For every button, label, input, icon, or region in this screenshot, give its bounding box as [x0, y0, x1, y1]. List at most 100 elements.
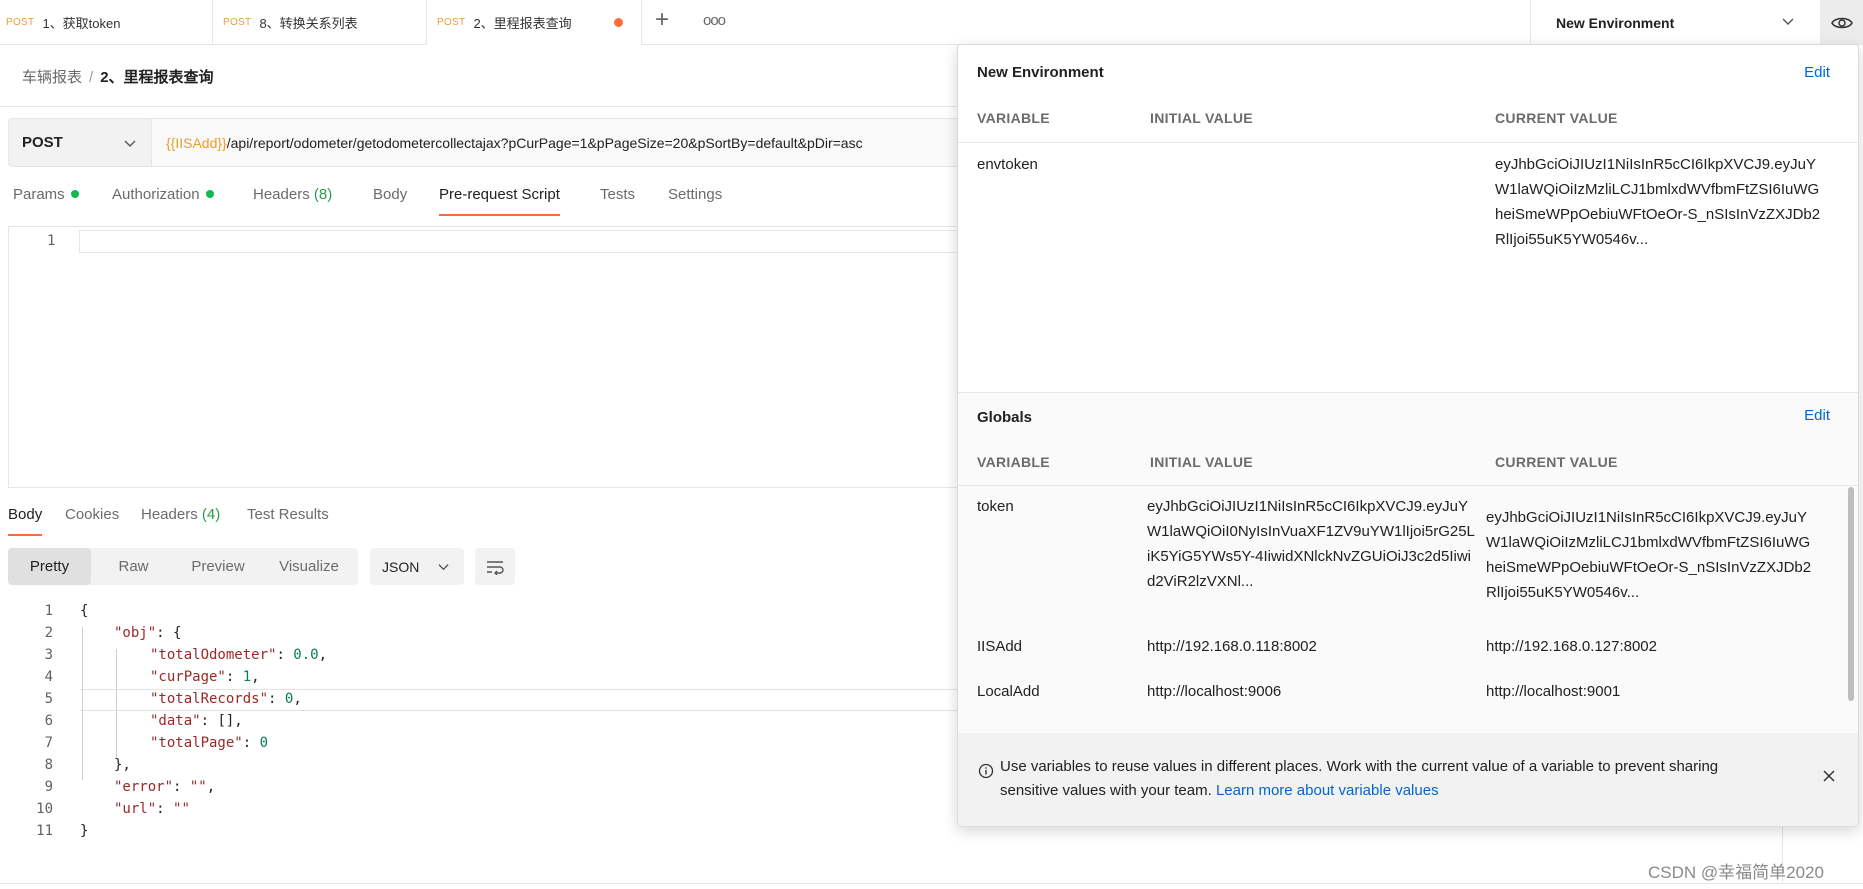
- request-tab-active[interactable]: POST 2、里程报表查询: [427, 0, 642, 45]
- code-text: {: [80, 603, 89, 619]
- tab-label: Settings: [668, 186, 723, 203]
- status-dot-icon: [70, 190, 79, 198]
- learn-more-link[interactable]: Learn more about variable values: [1216, 782, 1439, 799]
- line-number: 1: [47, 233, 56, 249]
- view-mode-raw[interactable]: Raw: [91, 548, 176, 585]
- tab-authorization[interactable]: Authorization: [112, 186, 214, 216]
- eye-icon: [1830, 17, 1853, 28]
- line-number: 3: [44, 647, 53, 663]
- divider: [0, 883, 1863, 884]
- unsaved-dot-icon: [614, 18, 623, 27]
- tab-method: POST: [223, 17, 252, 28]
- environment-edit-link[interactable]: Edit: [1804, 64, 1830, 81]
- column-header-variable: VARIABLE: [977, 110, 1050, 126]
- divider: [958, 485, 1858, 486]
- info-icon: [978, 763, 994, 779]
- tab-label: Body: [373, 186, 408, 203]
- environment-title: New Environment: [977, 64, 1104, 81]
- column-header-initial-value: INITIAL VALUE: [1150, 454, 1253, 470]
- chevron-down-icon: [438, 564, 449, 571]
- code-text: "obj": {: [114, 625, 182, 641]
- tab-headers[interactable]: Headers (8): [253, 186, 332, 216]
- breadcrumb-separator: /: [89, 69, 94, 86]
- view-mode-preview[interactable]: Preview: [176, 548, 260, 585]
- chevron-down-icon: [124, 140, 136, 147]
- environment-select-label: New Environment: [1556, 14, 1675, 31]
- variable-current-value: http://192.168.0.127:8002: [1486, 638, 1657, 655]
- more-icon[interactable]: ooo: [703, 12, 726, 29]
- response-tab-cookies[interactable]: Cookies: [65, 506, 119, 536]
- code-text: "totalOdometer": 0.0,: [150, 647, 328, 663]
- breadcrumb-collection[interactable]: 车辆报表: [22, 69, 82, 86]
- code-text: },: [114, 757, 131, 773]
- tab-pre-request-script[interactable]: Pre-request Script: [439, 186, 560, 216]
- tab-body[interactable]: Body: [373, 186, 407, 216]
- request-tab[interactable]: POST 8、转换关系列表: [213, 0, 427, 45]
- code-text: }: [80, 823, 89, 839]
- variable-current-value: eyJhbGciOiJIUzI1NiIsInR5cCI6IkpXVCJ9.eyJ…: [1495, 156, 1821, 248]
- response-tab-test-results[interactable]: Test Results: [247, 506, 329, 536]
- tab-tests[interactable]: Tests: [600, 186, 635, 216]
- tab-label: 2、里程报表查询: [473, 15, 572, 31]
- tab-label: Params: [13, 186, 65, 203]
- tab-label: Cookies: [65, 506, 120, 523]
- breadcrumb: 车辆报表 / 2、里程报表查询: [22, 66, 214, 87]
- tab-settings[interactable]: Settings: [668, 186, 722, 216]
- globals-title: Globals: [977, 409, 1033, 426]
- response-tab-headers[interactable]: Headers (4): [141, 506, 220, 536]
- environment-quick-look-button[interactable]: [1820, 0, 1863, 45]
- view-mode-switch: Pretty Raw Preview Visualize: [8, 548, 358, 585]
- variable-current-value: http://localhost:9001: [1486, 683, 1621, 700]
- line-number: 9: [44, 779, 53, 795]
- wrap-lines-button[interactable]: [475, 548, 515, 585]
- tab-label: Tests: [600, 186, 636, 203]
- environment-quick-look-popover: New Environment Edit VARIABLE INITIAL VA…: [957, 44, 1859, 827]
- close-icon[interactable]: [1822, 769, 1836, 783]
- indent-guide: [82, 627, 83, 780]
- code-text: "data": [],: [150, 713, 243, 729]
- script-editor[interactable]: 1: [8, 226, 961, 488]
- request-tab-bar: POST 1、获取token POST 8、转换关系列表 POST 2、里程报表…: [0, 0, 1863, 45]
- code-text: "curPage": 1,: [150, 669, 260, 685]
- info-banner-text: Use variables to reuse values in differe…: [1000, 755, 1780, 803]
- breadcrumb-current[interactable]: 2、里程报表查询: [100, 69, 213, 86]
- tab-label: Headers: [141, 506, 198, 523]
- line-number: 8: [44, 757, 53, 773]
- view-mode-pretty[interactable]: Pretty: [8, 548, 91, 585]
- watermark-text: CSDN @幸福简单2020: [1648, 863, 1824, 882]
- tab-method: POST: [6, 17, 35, 28]
- divider: [0, 106, 960, 107]
- line-number: 7: [44, 735, 53, 751]
- variable-name: LocalAdd: [977, 683, 1040, 700]
- request-options-tabs: Params Authorization Headers (8) Body Pr…: [0, 186, 960, 216]
- wrap-lines-icon: [487, 560, 504, 575]
- chevron-down-icon: [1782, 18, 1794, 25]
- divider: [958, 392, 1858, 393]
- divider: [958, 142, 1858, 143]
- variable-current-value: eyJhbGciOiJIUzI1NiIsInR5cCI6IkpXVCJ9.eyJ…: [1486, 509, 1812, 601]
- environment-select[interactable]: New Environment: [1530, 0, 1820, 45]
- request-tab[interactable]: POST 1、获取token: [0, 0, 213, 45]
- http-method-select[interactable]: POST: [8, 118, 152, 167]
- column-header-initial-value: INITIAL VALUE: [1150, 110, 1253, 126]
- tab-label: Pre-request Script: [439, 186, 560, 203]
- tab-label: Body: [8, 506, 43, 523]
- tab-count: (4): [201, 506, 221, 523]
- line-number: 11: [36, 823, 53, 839]
- variable-initial-value: eyJhbGciOiJIUzI1NiIsInR5cCI6IkpXVCJ9.eyJ…: [1147, 498, 1475, 590]
- column-header-variable: VARIABLE: [977, 454, 1050, 470]
- code-text: "totalRecords": 0,: [150, 691, 302, 707]
- code-text: "error": "",: [114, 779, 216, 795]
- plus-icon[interactable]: +: [655, 8, 669, 32]
- response-tab-body[interactable]: Body: [8, 506, 43, 536]
- tab-params[interactable]: Params: [13, 186, 79, 216]
- globals-edit-link[interactable]: Edit: [1804, 407, 1830, 424]
- status-dot-icon: [205, 190, 214, 198]
- current-line-highlight: [79, 230, 961, 253]
- scrollbar-thumb[interactable]: [1848, 487, 1854, 701]
- http-method-value: POST: [22, 134, 63, 151]
- url-input[interactable]: {{IISAdd}}/api/report/odometer/getodomet…: [152, 118, 962, 167]
- column-header-current-value: CURRENT VALUE: [1495, 110, 1618, 126]
- view-mode-visualize[interactable]: Visualize: [260, 548, 358, 585]
- response-format-select[interactable]: JSON: [370, 548, 464, 585]
